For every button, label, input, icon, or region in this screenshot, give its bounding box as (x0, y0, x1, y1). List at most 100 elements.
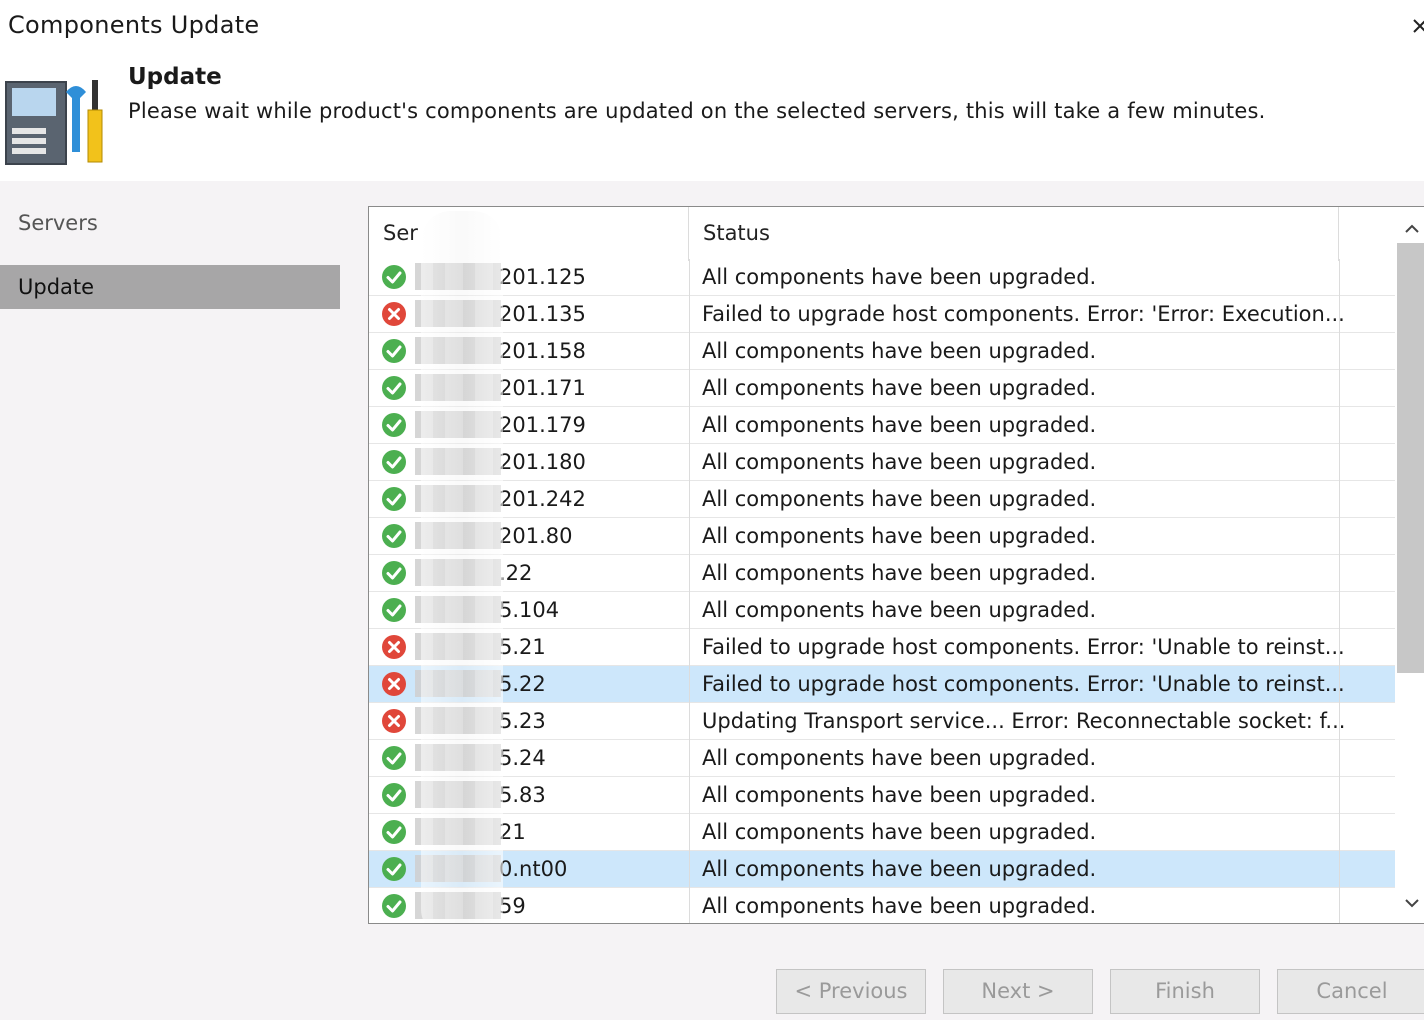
table-row[interactable]: 5.24 All components have been upgraded. (369, 740, 1395, 777)
redacted-server-prefix (415, 374, 501, 401)
table-row[interactable]: 5.104 All components have been upgraded. (369, 592, 1395, 629)
status-cell: Failed to upgrade host components. Error… (702, 635, 1345, 659)
check-circle-icon (381, 819, 407, 845)
window-title: Components Update (8, 11, 260, 39)
table-row[interactable]: 5.23 Updating Transport service... Error:… (369, 703, 1395, 740)
table-row[interactable]: 201.80 All components have been upgraded. (369, 518, 1395, 555)
redacted-server-prefix (415, 744, 501, 771)
redacted-server-prefix (415, 411, 501, 438)
column-divider (689, 703, 690, 740)
title-bar: Components Update (0, 0, 1424, 54)
table-header: Ser Status (369, 207, 1424, 261)
redacted-server-prefix (415, 263, 501, 290)
sidebar-item-update[interactable]: Update (0, 265, 340, 309)
column-divider (1339, 851, 1340, 888)
table-row[interactable]: 59 All components have been upgraded. (369, 888, 1395, 923)
table-row[interactable]: 201.180 All components have been upgraded… (369, 444, 1395, 481)
column-divider (1339, 259, 1340, 296)
column-divider (1339, 296, 1340, 333)
table-row[interactable]: 201.158 All components have been upgraded… (369, 333, 1395, 370)
status-cell: All components have been upgraded. (702, 265, 1097, 289)
column-divider (1339, 814, 1340, 851)
column-header-status[interactable]: Status (689, 207, 1339, 261)
redacted-server-prefix (415, 596, 501, 623)
server-name-cell: 201.179 (499, 413, 586, 437)
redacted-server-prefix (415, 522, 501, 549)
scroll-thumb[interactable] (1397, 243, 1424, 673)
status-cell: All components have been upgraded. (702, 783, 1097, 807)
status-cell: All components have been upgraded. (702, 487, 1097, 511)
table-body: 201.125 All components have been upgraded… (369, 259, 1395, 923)
column-divider (689, 444, 690, 481)
column-divider (1339, 777, 1340, 814)
scroll-down-button[interactable] (1395, 889, 1424, 919)
check-circle-icon (381, 745, 407, 771)
sidebar-item-label: Update (18, 275, 95, 299)
header-title: Update (128, 64, 222, 90)
status-cell: All components have been upgraded. (702, 746, 1097, 770)
column-divider (1339, 888, 1340, 923)
server-name-cell: 0.nt00 (499, 857, 568, 881)
check-circle-icon (381, 856, 407, 882)
column-divider (1339, 703, 1340, 740)
column-divider (689, 592, 690, 629)
close-button[interactable] (1408, 6, 1424, 46)
column-divider (689, 666, 690, 703)
table-row[interactable]: 5.83 All components have been upgraded. (369, 777, 1395, 814)
column-divider (689, 740, 690, 777)
column-divider (689, 851, 690, 888)
server-name-cell: 201.158 (499, 339, 586, 363)
table-row[interactable]: .22 All components have been upgraded. (369, 555, 1395, 592)
server-name-cell: 5.22 (499, 672, 546, 696)
column-header-server[interactable]: Ser (369, 207, 689, 261)
chevron-up-icon (1405, 224, 1419, 233)
table-row[interactable]: 5.22 Failed to upgrade host components. E… (369, 666, 1395, 703)
table-row[interactable]: 201.125 All components have been upgraded… (369, 259, 1395, 296)
column-divider (689, 555, 690, 592)
column-divider (689, 777, 690, 814)
server-name-cell: .22 (499, 561, 533, 585)
check-circle-icon (381, 264, 407, 290)
table-row[interactable]: 0.nt00 All components have been upgraded. (369, 851, 1395, 888)
server-name-cell: 201.125 (499, 265, 586, 289)
cancel-button[interactable]: Cancel (1277, 969, 1424, 1014)
vertical-scrollbar[interactable] (1395, 207, 1424, 923)
status-cell: All components have been upgraded. (702, 857, 1097, 881)
status-cell: Updating Transport service... Error: Rec… (702, 709, 1346, 733)
check-circle-icon (381, 412, 407, 438)
server-name-cell: 21 (499, 820, 526, 844)
status-cell: Failed to upgrade host components. Error… (702, 302, 1345, 326)
column-divider (689, 481, 690, 518)
table-row[interactable]: 201.171 All components have been upgraded… (369, 370, 1395, 407)
status-cell: All components have been upgraded. (702, 820, 1097, 844)
status-cell: All components have been upgraded. (702, 524, 1097, 548)
table-row[interactable]: 201.135 Failed to upgrade host components… (369, 296, 1395, 333)
table-row[interactable]: 201.242 All components have been upgraded… (369, 481, 1395, 518)
sidebar-item-servers[interactable]: Servers (0, 201, 340, 245)
status-cell: All components have been upgraded. (702, 413, 1097, 437)
column-divider (689, 370, 690, 407)
redacted-server-prefix (415, 485, 501, 512)
check-circle-icon (381, 560, 407, 586)
redacted-server-prefix (415, 633, 501, 660)
column-divider (689, 629, 690, 666)
redacted-server-prefix (415, 855, 501, 882)
header-description: Please wait while product's components a… (128, 99, 1266, 123)
check-circle-icon (381, 523, 407, 549)
table-row[interactable]: 201.179 All components have been upgraded… (369, 407, 1395, 444)
status-cell: All components have been upgraded. (702, 450, 1097, 474)
server-name-cell: 201.171 (499, 376, 586, 400)
finish-button[interactable]: Finish (1110, 969, 1260, 1014)
next-button[interactable]: Next > (943, 969, 1093, 1014)
column-divider (1339, 629, 1340, 666)
chevron-down-icon (1405, 899, 1419, 908)
server-name-cell: 201.180 (499, 450, 586, 474)
previous-button[interactable]: < Previous (776, 969, 926, 1014)
column-divider (689, 333, 690, 370)
server-name-cell: 5.23 (499, 709, 546, 733)
table-row[interactable]: 5.21 Failed to upgrade host components. E… (369, 629, 1395, 666)
scroll-up-button[interactable] (1395, 213, 1424, 243)
wizard-steps-sidebar: Servers Update (0, 181, 341, 946)
column-divider (689, 888, 690, 923)
table-row[interactable]: 21 All components have been upgraded. (369, 814, 1395, 851)
